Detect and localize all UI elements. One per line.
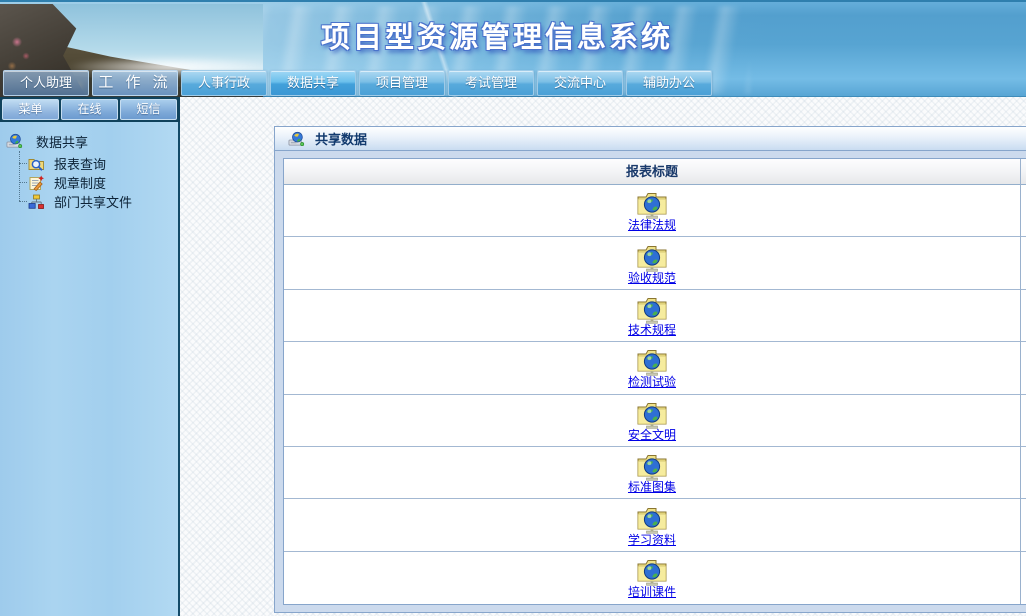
- report-query-icon: [28, 158, 44, 171]
- tree-children: 报表查询 规章制度 部门共享文件: [19, 151, 178, 211]
- shared-folder-icon[interactable]: [635, 294, 669, 324]
- app-title: 项目型资源管理信息系统: [320, 22, 673, 54]
- rules-icon: [29, 175, 44, 191]
- report-category-link[interactable]: 标准图集: [628, 481, 676, 494]
- tab-workflow[interactable]: 工 作 流: [92, 70, 178, 96]
- report-category-link[interactable]: 法律法规: [628, 219, 676, 232]
- shared-folder-icon[interactable]: [635, 242, 669, 272]
- report-category-link[interactable]: 检测试验: [628, 376, 676, 389]
- tab-auxiliary-office[interactable]: 辅助办公: [626, 70, 712, 96]
- shared-folder-icon[interactable]: [635, 346, 669, 376]
- table-row: 标准图集: [284, 447, 1026, 500]
- tree-item-department-shared-files[interactable]: 部门共享文件: [19, 192, 178, 211]
- report-category-link[interactable]: 培训课件: [628, 586, 676, 599]
- tab-communication-center[interactable]: 交流中心: [537, 70, 623, 96]
- subtab-menu[interactable]: 菜单: [2, 99, 59, 120]
- tree-item-label: 部门共享文件: [54, 195, 133, 210]
- main-panel: 共享数据 报表标题 法律法规 验收规范 技术规程 检测试验 安全文明 标准图集 …: [274, 126, 1026, 613]
- tree-node-label: 数据共享: [36, 134, 89, 150]
- subtab-sms[interactable]: 短信: [120, 99, 177, 120]
- report-category-link[interactable]: 学习资料: [628, 533, 676, 547]
- shared-data-icon: [6, 133, 23, 149]
- tab-hr-admin[interactable]: 人事行政: [181, 70, 267, 96]
- table-row: 检测试验: [284, 342, 1026, 395]
- tree-node-data-sharing[interactable]: 数据共享: [6, 131, 178, 151]
- table-row: 安全文明: [284, 395, 1026, 447]
- menu-tree: 数据共享 报表查询 规章制度 部门共享文件: [0, 122, 178, 211]
- shared-folder-icon[interactable]: [635, 399, 669, 429]
- tab-personal-assistant[interactable]: 个人助理: [3, 70, 89, 96]
- sidebar-mode-tabs: 菜单 在线 短信: [0, 97, 180, 122]
- report-category-link[interactable]: 安全文明: [628, 428, 676, 442]
- table-header-report-title: 报表标题: [284, 159, 1026, 185]
- report-category-link[interactable]: 技术规程: [628, 323, 676, 337]
- shared-folder-icon[interactable]: [635, 189, 669, 219]
- table-row: 培训课件: [284, 552, 1026, 604]
- tab-exam-management[interactable]: 考试管理: [448, 70, 534, 96]
- table-row: 验收规范: [284, 237, 1026, 290]
- tree-item-rules[interactable]: 规章制度: [19, 173, 178, 192]
- panel-title: 共享数据: [315, 132, 368, 147]
- panel-header: 共享数据: [275, 127, 1026, 151]
- shared-data-icon: [288, 131, 305, 146]
- column-divider: [1020, 159, 1021, 604]
- subtab-online[interactable]: 在线: [61, 99, 118, 120]
- table-row: 技术规程: [284, 290, 1026, 343]
- tree-item-report-query[interactable]: 报表查询: [19, 154, 178, 173]
- tree-item-label: 规章制度: [54, 176, 107, 191]
- table-row: 学习资料: [284, 499, 1026, 552]
- shared-folder-icon[interactable]: [635, 451, 669, 481]
- report-category-link[interactable]: 验收规范: [628, 271, 676, 285]
- sidebar: 数据共享 报表查询 规章制度 部门共享文件: [0, 122, 180, 616]
- department-files-icon: [28, 194, 44, 209]
- shared-folder-icon[interactable]: [635, 504, 669, 534]
- main-nav-tabs: 个人助理 工 作 流 人事行政 数据共享 项目管理 考试管理 交流中心 辅助办公: [3, 70, 712, 96]
- tab-data-sharing[interactable]: 数据共享: [270, 70, 356, 96]
- tab-project-management[interactable]: 项目管理: [359, 70, 445, 96]
- tree-item-label: 报表查询: [54, 157, 107, 172]
- shared-data-table: 报表标题 法律法规 验收规范 技术规程 检测试验 安全文明 标准图集 学习资料 …: [283, 158, 1026, 605]
- shared-folder-icon[interactable]: [635, 556, 669, 586]
- table-row: 法律法规: [284, 185, 1026, 238]
